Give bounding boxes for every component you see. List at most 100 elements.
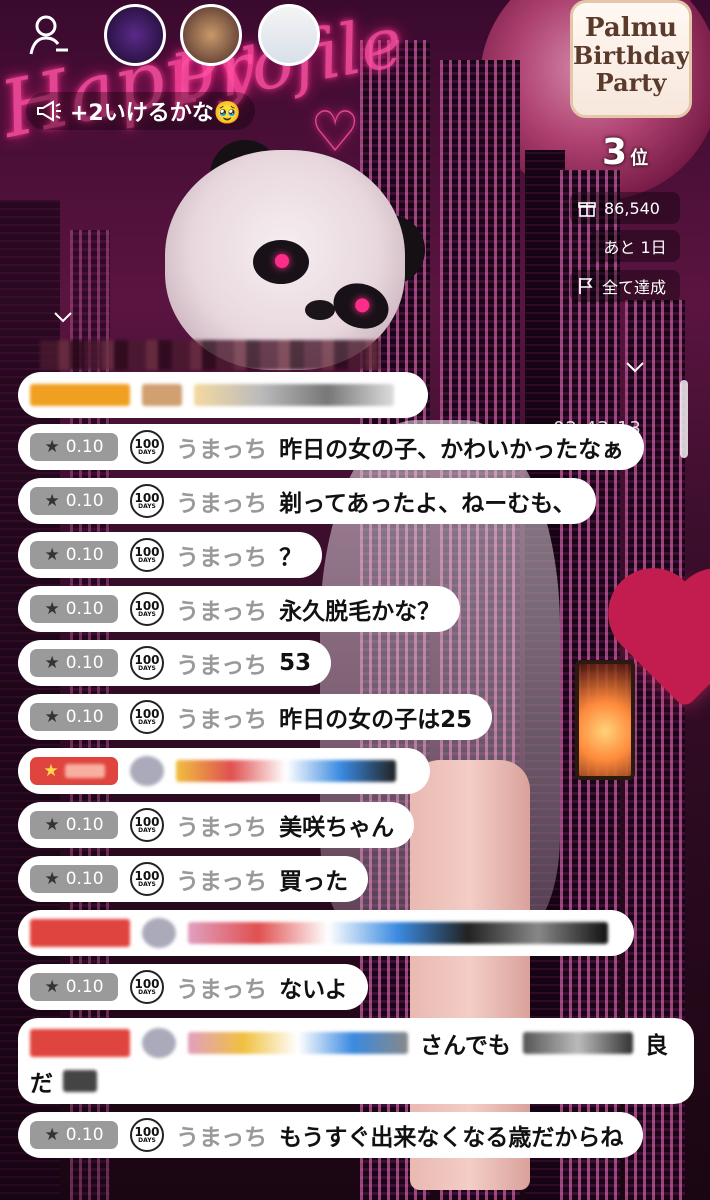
comment-username[interactable]: うまっち [176,430,267,464]
level-value: 0.10 [65,491,104,511]
comment-text: ないよ [279,977,348,1003]
days-badge-label: DAYS [138,989,156,996]
comment-text: 昨日の女の子、かわいかったなぁ [279,437,625,463]
censored-level [64,764,105,778]
100-days-badge-icon: 100 DAYS [130,484,164,518]
censored-badge [30,384,130,406]
goal-value: 全て達成 [602,278,667,297]
comment-row[interactable]: ★ 0.10 100 DAYS うまっち 永久脱毛かな？ [18,586,461,632]
comment-scrollbar[interactable] [680,380,688,458]
star-icon: ★ [44,599,60,619]
comment-text: 美咲ちゃん [279,815,395,841]
comment-text: 昨日の女の子は25 [279,707,473,733]
rank-display[interactable]: 3 位 [602,132,648,173]
lantern [575,660,635,780]
comment-username[interactable]: うまっち [176,808,267,842]
level-value: 0.10 [65,977,104,997]
event-badge-line1: Palmu [585,13,677,43]
chevron-down-icon[interactable] [624,356,646,378]
comment-row[interactable]: ★ 0.10 100 DAYS うまっち もうすぐ出来なくなる歳だからね [18,1112,644,1158]
level-value: 0.10 [65,1125,104,1145]
chevron-down-icon[interactable] [52,306,74,328]
comment-text-fragment: さんでも [420,1033,511,1059]
comment-username[interactable]: うまっち [176,484,267,518]
comment-username[interactable]: うまっち [176,970,267,1004]
comment-row[interactable]: ★ 0.10 100 DAYS うまっち ないよ [18,964,368,1010]
comment-row[interactable]: ★ 0.10 100 DAYS うまっち 昨日の女の子は25 [18,694,493,740]
remaining-stat: あと 1日 [590,230,680,262]
level-value: 0.10 [65,545,104,565]
star-icon: ★ [44,869,60,889]
100-days-badge-icon: 100 DAYS [130,430,164,464]
viewer-avatar[interactable] [104,4,166,66]
comment-username[interactable]: うまっち [176,1118,267,1152]
announcement-text: +2いけるかな🥹 [70,101,242,126]
days-badge-label: DAYS [138,881,156,888]
level-pill: ★ 0.10 [30,811,118,839]
days-badge-label: DAYS [138,449,156,456]
level-pill: ★ 0.10 [30,973,118,1001]
days-badge-label: DAYS [138,557,156,564]
comment-text-fragment: だ [30,1071,53,1097]
viewer-avatar[interactable] [180,4,242,66]
panda-plush [165,150,405,370]
censored-avatar [142,384,182,406]
100-days-badge-icon: 100 DAYS [130,808,164,842]
event-badge[interactable]: Palmu Birthday Party [570,0,692,118]
viewer-avatar[interactable] [258,4,320,66]
panda-nose [305,300,335,320]
100-days-badge-icon: 100 DAYS [130,700,164,734]
censored-comment [40,340,380,370]
censored-text [176,760,396,782]
comment-username[interactable]: うまっち [176,592,267,626]
level-pill-censored: ★ [30,757,118,785]
comment-text: 53 [279,650,312,676]
comment-username[interactable]: うまっち [176,862,267,896]
days-badge-label: DAYS [138,611,156,618]
star-icon: ★ [44,437,60,457]
comment-row[interactable]: ★ 0.10 100 DAYS うまっち 美咲ちゃん [18,802,415,848]
star-icon: ★ [44,491,60,511]
comment-row[interactable]: ★ 0.10 100 DAYS うまっち 買った [18,856,369,902]
star-icon: ★ [43,761,59,781]
profile-icon[interactable] [28,14,70,60]
event-badge-line2: Birthday [573,41,690,70]
comment-row-censored[interactable]: ★ [18,748,430,794]
censored-text [188,922,608,944]
comment-row[interactable]: ★ 0.10 100 DAYS うまっち 剃ってあったよ、ねーむも、 [18,478,596,524]
star-icon: ★ [44,977,60,997]
rank-unit: 位 [630,148,649,169]
announcement-bar[interactable]: +2いけるかな🥹 [26,92,256,130]
level-pill: ★ 0.10 [30,1121,118,1149]
event-badge-line3: Party [595,68,667,97]
level-pill: ★ 0.10 [30,487,118,515]
level-pill: ★ 0.10 [30,703,118,731]
rank-number: 3 [602,132,628,173]
comment-row-censored[interactable] [18,372,428,418]
points-stat[interactable]: 86,540 [570,192,680,224]
censored-badge [30,919,130,947]
comment-text: 剃ってあったよ、ねーむも、 [279,491,576,517]
days-badge-label: DAYS [138,665,156,672]
comment-username[interactable]: うまっち [176,646,267,680]
days-badge-label: DAYS [138,503,156,510]
comment-username[interactable]: うまっち [176,700,267,734]
comment-row[interactable]: ★ 0.10 100 DAYS うまっち 昨日の女の子、かわいかったなぁ [18,424,645,470]
goal-stat[interactable]: 全て達成 [570,270,680,302]
level-pill: ★ 0.10 [30,541,118,569]
comment-row-censored[interactable] [18,910,634,956]
days-badge-label: DAYS [138,827,156,834]
star-icon: ★ [44,815,60,835]
level-value: 0.10 [65,599,104,619]
comment-row-censored[interactable]: さんでも 良 だ [18,1018,694,1104]
comment-text: もうすぐ出来なくなる歳だからね [279,1125,624,1151]
panda-eye [253,240,309,284]
comment-row[interactable]: ★ 0.10 100 DAYS うまっち ？ [18,532,323,578]
comment-username[interactable]: うまっち [176,538,267,572]
comment-text: 永久脱毛かな？ [279,599,441,625]
comment-row[interactable]: ★ 0.10 100 DAYS うまっち 53 [18,640,332,686]
100-days-badge-icon: 100 DAYS [130,538,164,572]
days-badge-label: DAYS [138,719,156,726]
100-days-badge-icon: 100 DAYS [130,970,164,1004]
panda-eye [327,276,395,336]
